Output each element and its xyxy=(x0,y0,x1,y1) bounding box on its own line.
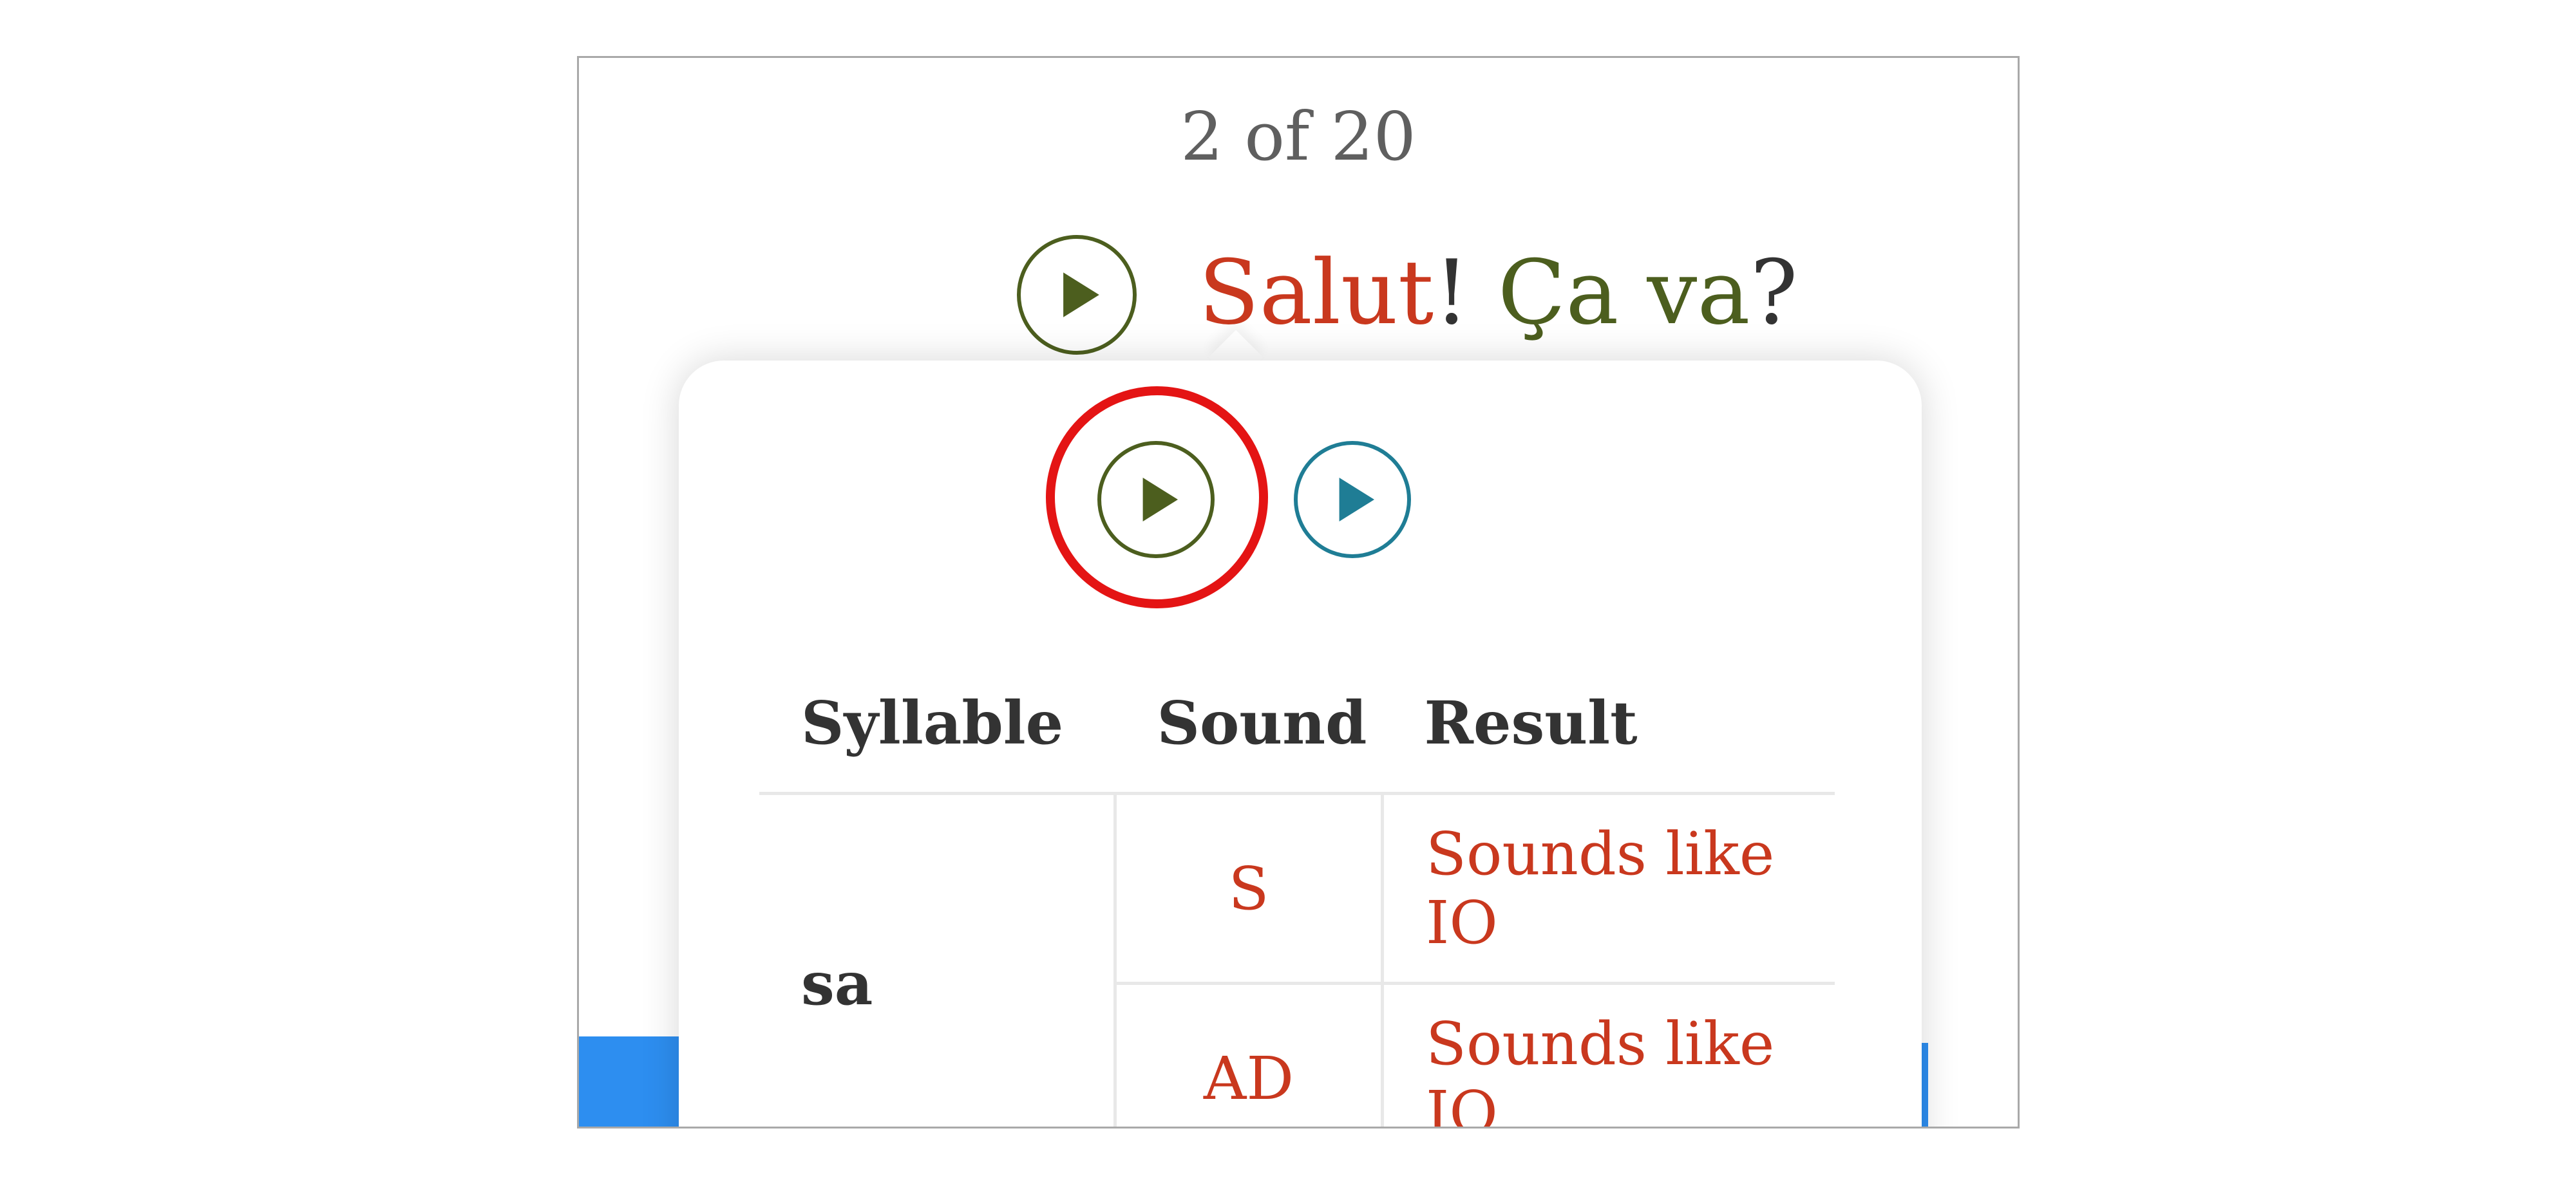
word-feedback-popup: Syllable Sound Result sa S Sounds like I… xyxy=(679,361,1922,1128)
sentence-play-button[interactable] xyxy=(1017,235,1137,355)
play-icon xyxy=(1063,272,1099,317)
user-recording-play-button[interactable] xyxy=(1294,441,1411,558)
play-icon xyxy=(1142,478,1178,521)
punctuation-question: ? xyxy=(1750,241,1798,344)
sound-cell: S xyxy=(1115,793,1384,985)
syllable-table: Syllable Sound Result sa S Sounds like I… xyxy=(759,653,1835,1128)
native-audio-play-button[interactable] xyxy=(1097,441,1215,558)
result-cell: Sounds like IO xyxy=(1426,1009,1775,1128)
play-icon xyxy=(1339,478,1374,521)
punctuation-exclamation: ! xyxy=(1434,241,1470,344)
word-ca-va[interactable]: Ça va xyxy=(1498,241,1750,344)
syllable-cell: sa xyxy=(759,793,1117,1127)
result-cell: Sounds like IO xyxy=(1382,793,1835,985)
exercise-frame: 2 of 20 Salut! Ça va? Syllable Sound Res… xyxy=(577,56,2020,1128)
column-header-syllable: Syllable xyxy=(759,653,1115,795)
column-header-sound: Sound xyxy=(1115,653,1383,795)
sound-cell: AD xyxy=(1115,983,1384,1127)
column-header-result: Result xyxy=(1382,653,1835,795)
action-bar[interactable] xyxy=(579,1036,682,1127)
table-header-row: Syllable Sound Result xyxy=(759,653,1835,795)
table-row: sa S Sounds like IO xyxy=(759,793,1835,1127)
sentence-row: Salut! Ça va? xyxy=(1017,232,1798,386)
word-salut[interactable]: Salut xyxy=(1198,241,1434,344)
sentence-text: Salut! Ça va? xyxy=(1198,232,1798,354)
progress-counter: 2 of 20 xyxy=(1180,97,1416,176)
